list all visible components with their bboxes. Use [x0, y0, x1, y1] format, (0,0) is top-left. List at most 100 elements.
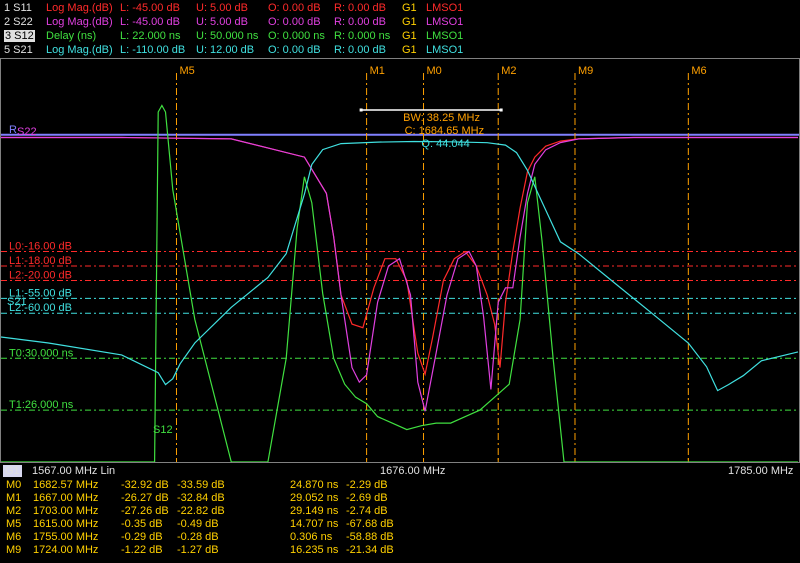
trace-offset: O: 0.000 ns — [268, 30, 325, 42]
trace-s12[interactable] — [1, 104, 798, 463]
trace-offset: O: 0.00 dB — [268, 16, 321, 28]
trace-cal: LMSO1 — [426, 30, 464, 42]
marker-name: M2 — [6, 505, 22, 517]
trace-group: G1 — [402, 30, 417, 42]
trace-group: G1 — [402, 2, 417, 14]
marker-row[interactable]: M1 1667.00 MHz -26.27 dB -32.84 dB 29.05… — [0, 492, 800, 505]
plot-area[interactable]: L0:-16.00 dB L1:-18.00 dB L2:-20.00 dB L1:-… — [0, 58, 800, 463]
trace-upper: U: 5.00 dB — [196, 2, 248, 14]
marker-freq: 1667.00 MHz — [33, 492, 99, 504]
frequency-axis: G1 1567.00 MHz Lin 1676.00 MHz 1785.00 M… — [0, 464, 800, 478]
group-badge[interactable]: G1 — [3, 465, 22, 477]
trace-ref: R: 0.00 dB — [334, 44, 386, 56]
marker-s12: 29.052 ns — [290, 492, 339, 504]
limit-line-label: T1:26.000 ns — [9, 399, 74, 411]
trace-lower: L: 22.000 ns — [120, 30, 181, 42]
center-frequency[interactable]: 1676.00 MHz — [380, 465, 445, 477]
marker-s22: -0.49 dB — [177, 518, 219, 530]
marker-s22: -33.59 dB — [177, 479, 225, 491]
trace-format: Log Mag.(dB) — [46, 2, 113, 14]
trace-ref: R: 0.000 ns — [334, 30, 391, 42]
chart-svg[interactable]: L0:-16.00 dBL1:-18.00 dBL2:-20.00 dBL1:-… — [1, 59, 799, 462]
marker-s11: -0.29 dB — [121, 531, 163, 543]
trace-ref: R: 0.00 dB — [334, 2, 386, 14]
trace-s11[interactable] — [1, 136, 798, 377]
trace-format: Delay (ns) — [46, 30, 97, 42]
trace-header: 1 S11 Log Mag.(dB) L: -45.00 dB U: 5.00 … — [0, 0, 800, 58]
marker-freq: 1615.00 MHz — [33, 518, 99, 530]
trace-group: G1 — [402, 16, 417, 28]
trace-lower: L: -45.00 dB — [120, 2, 180, 14]
marker-s21: -2.69 dB — [346, 492, 388, 504]
marker-name: M6 — [6, 531, 22, 543]
marker-freq: 1755.00 MHz — [33, 531, 99, 543]
limit-line-label: L2:-20.00 dB — [9, 270, 72, 282]
marker-label: M2 — [501, 65, 516, 77]
marker-label: M9 — [578, 65, 593, 77]
trace-group: G1 — [402, 44, 417, 56]
trace-cal: LMSO1 — [426, 16, 464, 28]
marker-s12: 24.870 ns — [290, 479, 339, 491]
trace-upper: U: 12.00 dB — [196, 44, 255, 56]
marker-s21: -58.88 dB — [346, 531, 394, 543]
marker-s12: 14.707 ns — [290, 518, 339, 530]
trace-lower: L: -110.00 dB — [120, 44, 186, 56]
trace-ref: R: 0.00 dB — [334, 16, 386, 28]
marker-s12: 16.235 ns — [290, 544, 339, 556]
marker-freq: 1703.00 MHz — [33, 505, 99, 517]
marker-name: M9 — [6, 544, 22, 556]
trace-id: 5 S21 — [4, 44, 33, 56]
trace-offset: O: 0.00 dB — [268, 44, 321, 56]
marker-name: M5 — [6, 518, 22, 530]
marker-s21: -2.29 dB — [346, 479, 388, 491]
marker-s12: 29.149 ns — [290, 505, 339, 517]
marker-s21: -21.34 dB — [346, 544, 394, 556]
limit-line-label: L1:-18.00 dB — [9, 255, 72, 267]
marker-label: M6 — [691, 65, 706, 77]
trace-format: Log Mag.(dB) — [46, 16, 113, 28]
limit-line-label: T0:30.000 ns — [9, 347, 74, 359]
reference-trace-label: S22 — [17, 126, 37, 138]
trace-row-selected[interactable]: 3 S12 Delay (ns) L: 22.000 ns U: 50.000 … — [0, 29, 800, 43]
bandwidth-value: BW: 38.25 MHz — [403, 112, 480, 124]
bandwidth-point — [359, 108, 363, 112]
trace-lower: L: -45.00 dB — [120, 16, 180, 28]
stop-frequency[interactable]: 1785.00 MHz — [728, 465, 793, 477]
start-frequency[interactable]: 1567.00 MHz Lin — [32, 465, 115, 477]
marker-s11: -0.35 dB — [121, 518, 163, 530]
marker-s21: -2.74 dB — [346, 505, 388, 517]
center-frequency-value: C: 1684.65 MHz — [405, 125, 484, 137]
marker-row[interactable]: M9 1724.00 MHz -1.22 dB -1.27 dB 16.235 … — [0, 544, 800, 557]
marker-s11: -27.26 dB — [121, 505, 169, 517]
marker-row[interactable]: M2 1703.00 MHz -27.26 dB -22.82 dB 29.14… — [0, 505, 800, 518]
reference-label: R — [9, 124, 17, 136]
trace-cal: LMSO1 — [426, 44, 464, 56]
marker-s21: -67.68 dB — [346, 518, 394, 530]
marker-s11: -32.92 dB — [121, 479, 169, 491]
marker-name: M1 — [6, 492, 22, 504]
marker-s11: -26.27 dB — [121, 492, 169, 504]
marker-s12: 0.306 ns — [290, 531, 333, 543]
marker-s22: -22.82 dB — [177, 505, 225, 517]
trace-s22[interactable] — [1, 136, 798, 412]
marker-name: M0 — [6, 479, 22, 491]
marker-freq: 1724.00 MHz — [33, 544, 99, 556]
trace-upper: U: 5.00 dB — [196, 16, 248, 28]
marker-row[interactable]: M0 1682.57 MHz -32.92 dB -33.59 dB 24.87… — [0, 479, 800, 492]
q-factor-value: Q: 44.044 — [421, 138, 469, 150]
trace-label-s21: S21 — [7, 296, 27, 308]
marker-row[interactable]: M6 1755.00 MHz -0.29 dB -0.28 dB 0.306 n… — [0, 531, 800, 544]
trace-id: 2 S22 — [4, 16, 33, 28]
marker-row[interactable]: M5 1615.00 MHz -0.35 dB -0.49 dB 14.707 … — [0, 518, 800, 531]
marker-s22: -32.84 dB — [177, 492, 225, 504]
trace-row[interactable]: 5 S21 Log Mag.(dB) L: -110.00 dB U: 12.0… — [0, 43, 800, 57]
marker-s11: -1.22 dB — [121, 544, 163, 556]
marker-freq: 1682.57 MHz — [33, 479, 99, 491]
trace-row[interactable]: 1 S11 Log Mag.(dB) L: -45.00 dB U: 5.00 … — [0, 1, 800, 15]
marker-s22: -0.28 dB — [177, 531, 219, 543]
marker-label: M5 — [179, 65, 194, 77]
marker-label: M0 — [427, 65, 442, 77]
trace-offset: O: 0.00 dB — [268, 2, 321, 14]
bandwidth-point — [499, 108, 503, 112]
trace-row[interactable]: 2 S22 Log Mag.(dB) L: -45.00 dB U: 5.00 … — [0, 15, 800, 29]
